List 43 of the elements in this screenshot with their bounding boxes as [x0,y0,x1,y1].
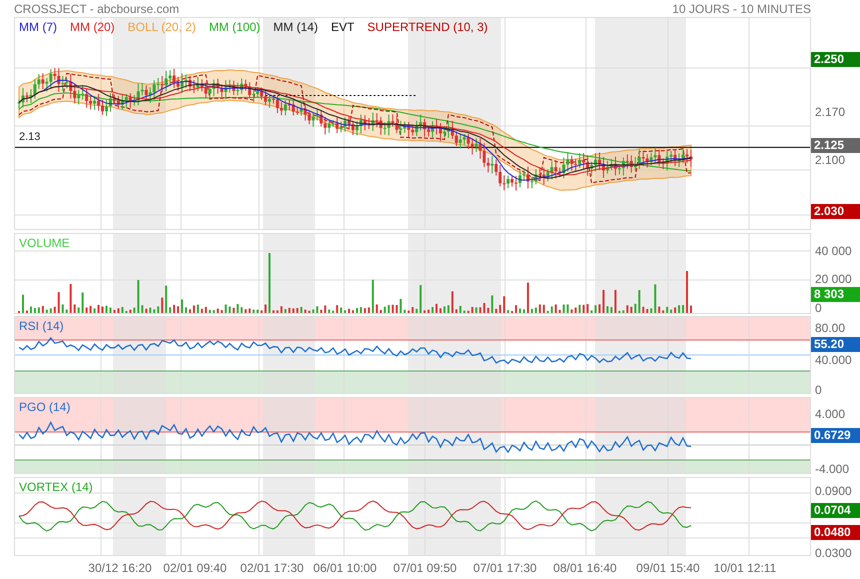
panel-title: VOLUME [19,236,70,250]
value-badge: 2.030 [811,204,860,219]
time-label: 02/01 09:40 [163,561,227,575]
time-label: 10/01 12:11 [714,561,776,575]
period-label: 10 JOURS - 10 MINUTES [672,2,811,16]
time-label: 02/01 17:30 [240,561,304,575]
legend-item: EVT [330,20,354,34]
value-badge: 2.250 [811,52,860,67]
axis-label: 0 [815,383,822,397]
value-badge: 0.6729 [811,428,860,443]
time-label: 07/01 17:30 [473,561,537,575]
legend-item: BOLL (20, 2) [128,20,196,34]
legend-item: SUPERTREND (10, 3) [367,20,488,34]
axis-label: 2.100 [815,153,846,167]
value-badge: 8 303 [811,287,860,302]
axis-label: 80.00 [815,321,846,335]
axis-label: 0.0300 [815,546,852,560]
time-label: 06/01 10:00 [313,561,377,575]
legend-item: MM (14) [273,20,318,34]
chart-title: CROSSJECT - abcbourse.com [14,2,180,16]
time-label: 08/01 16:40 [553,561,617,575]
axis-label: 2.170 [815,105,846,119]
legend-item: MM (20) [70,20,115,34]
time-label: 07/01 09:50 [393,561,457,575]
value-badge: 0.0480 [811,525,860,540]
value-badge: 2.125 [811,138,860,153]
axis-label: -4.000 [815,462,850,476]
axis-label: 40.000 [815,353,852,367]
panel-title: RSI (14) [19,319,64,333]
axis-label: 0.0900 [815,484,852,498]
panel-title: PGO (14) [19,400,70,414]
legend-item: MM (100) [208,20,260,34]
axis-label: 40 000 [815,244,852,258]
axis-label: 4.000 [815,407,846,421]
time-label: 09/01 15:40 [636,561,700,575]
time-label: 30/12 16:20 [88,561,152,575]
panel-title: VORTEX (14) [19,480,93,494]
axis-label: 20 000 [815,272,852,286]
price-line-label: 2.13 [19,131,40,143]
value-badge: 55.20 [811,337,860,352]
axis-label: 0 [815,301,822,315]
legend-item: MM (7) [19,20,57,34]
value-badge: 0.0704 [811,503,860,518]
